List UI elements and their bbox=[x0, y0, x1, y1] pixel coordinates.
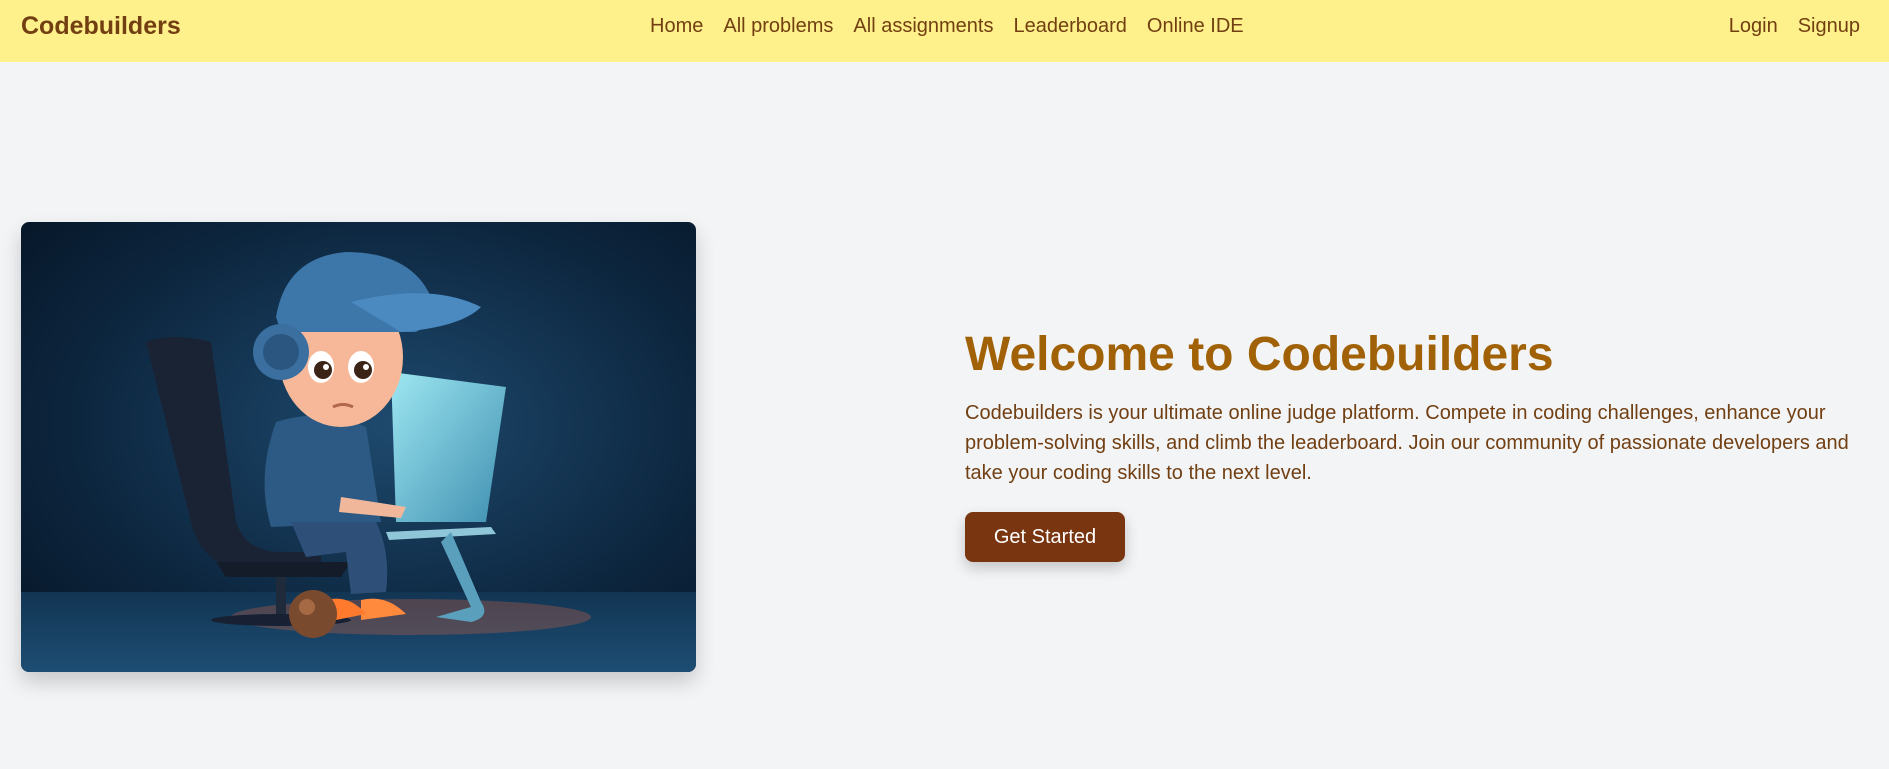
coder-illustration-icon bbox=[21, 222, 696, 672]
hero-title: Welcome to Codebuilders bbox=[965, 328, 1554, 381]
hero-description: Codebuilders is your ultimate online jud… bbox=[965, 402, 1849, 484]
hero-section: Welcome to Codebuilders Codebuilders is … bbox=[965, 326, 1865, 562]
top-navbar: Codebuilders Home All problems All assig… bbox=[0, 0, 1889, 62]
hero-illustration bbox=[21, 222, 696, 672]
nav-leaderboard-link[interactable]: Leaderboard bbox=[1013, 14, 1126, 38]
signup-link[interactable]: Signup bbox=[1798, 14, 1860, 38]
main-nav: Home All problems All assignments Leader… bbox=[650, 14, 1244, 38]
brand-logo-link[interactable]: Codebuilders bbox=[21, 12, 181, 41]
nav-all-assignments-link[interactable]: All assignments bbox=[853, 14, 993, 38]
login-link[interactable]: Login bbox=[1729, 14, 1778, 38]
nav-home-link[interactable]: Home bbox=[650, 14, 703, 38]
auth-nav: Login Signup bbox=[1729, 14, 1860, 38]
nav-online-ide-link[interactable]: Online IDE bbox=[1147, 14, 1244, 38]
get-started-button[interactable]: Get Started bbox=[965, 512, 1125, 562]
nav-all-problems-link[interactable]: All problems bbox=[723, 14, 833, 38]
